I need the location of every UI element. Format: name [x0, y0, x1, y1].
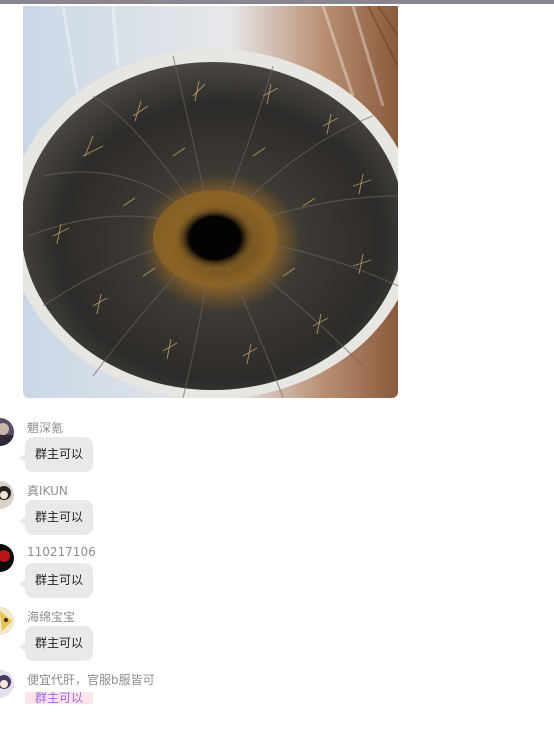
message-bubble[interactable]: 群主可以 — [25, 563, 94, 598]
chat-message: 海绵宝宝 群主可以 — [0, 607, 554, 667]
sender-name: 魍深氪 — [27, 421, 64, 435]
avatar[interactable] — [0, 418, 14, 446]
window-top-bar — [0, 0, 554, 4]
avatar[interactable] — [0, 544, 14, 572]
sender-name: 海绵宝宝 — [27, 610, 76, 624]
chat-message: 真IKUN 群主可以 — [0, 481, 554, 541]
chat-message: 110217106 群主可以 — [0, 544, 554, 604]
message-bubble[interactable]: 群主可以 — [25, 626, 94, 661]
message-bubble[interactable]: 群主可以 — [25, 500, 94, 535]
message-bubble[interactable]: 群主可以 — [25, 692, 94, 704]
avatar[interactable] — [0, 607, 14, 635]
sender-name: 真IKUN — [27, 484, 68, 498]
shared-cactus-photo[interactable] — [23, 6, 398, 398]
avatar[interactable] — [0, 670, 14, 698]
sender-name: 110217106 — [27, 545, 96, 559]
avatar[interactable] — [0, 481, 14, 509]
cactus-photo-image — [23, 6, 398, 398]
chat-message: 便宜代肝，官服b服皆可 群主可以 — [0, 670, 554, 730]
chat-message: 魍深氪 群主可以 — [0, 418, 554, 478]
sender-name: 便宜代肝，官服b服皆可 — [27, 673, 155, 687]
message-bubble[interactable]: 群主可以 — [25, 437, 94, 472]
